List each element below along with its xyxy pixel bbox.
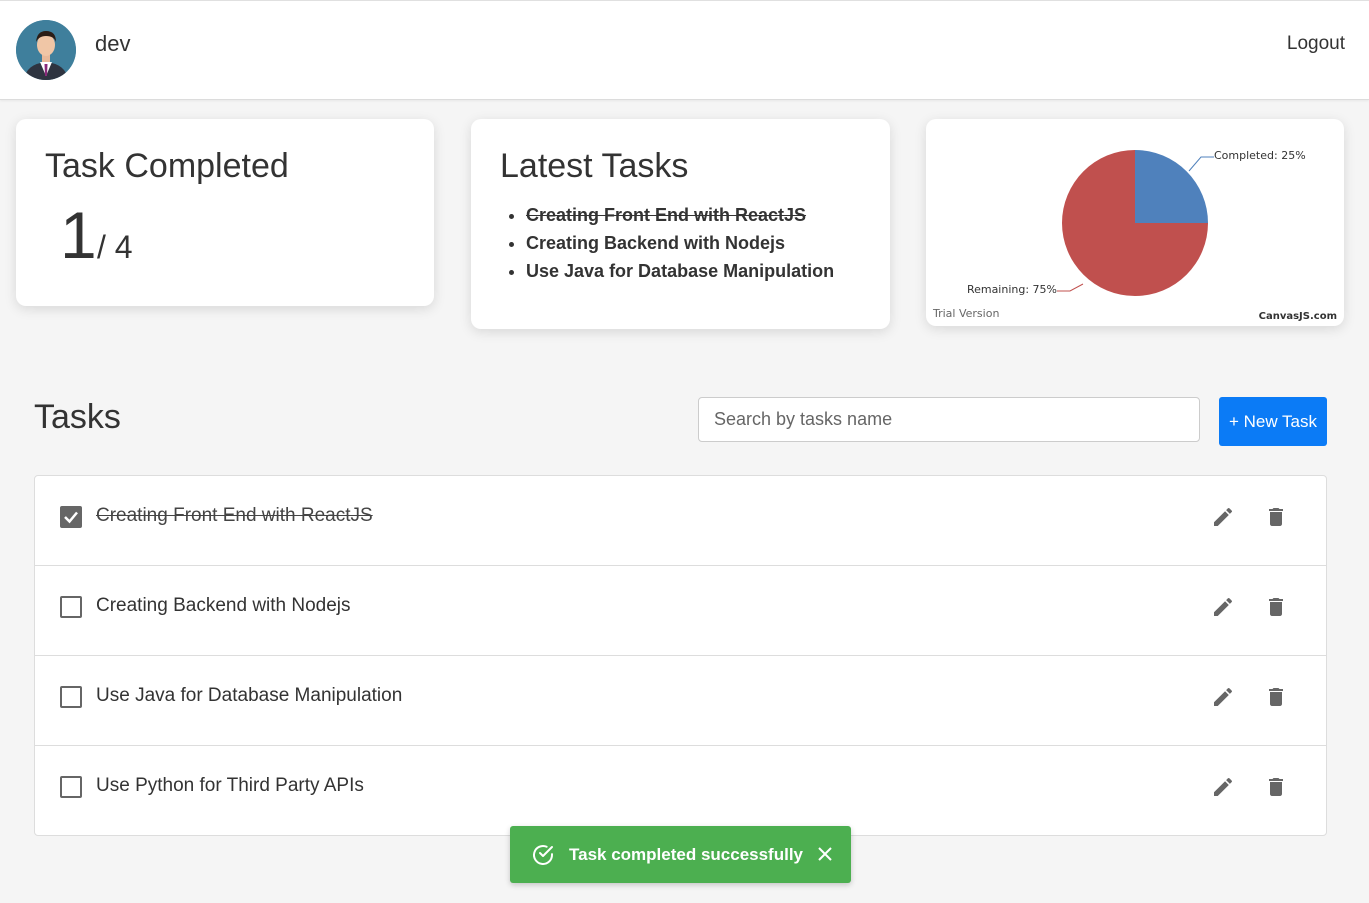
new-task-button[interactable]: + New Task — [1219, 397, 1327, 446]
latest-task-item: Use Java for Database Manipulation — [526, 257, 834, 285]
check-icon — [64, 511, 78, 524]
task-name: Use Java for Database Manipulation — [96, 685, 403, 706]
chart-watermark-canvasjs[interactable]: CanvasJS.com — [1259, 311, 1337, 322]
trash-icon — [1269, 508, 1283, 526]
progress-chart-card: Completed: 25% Remaining: 75% Trial Vers… — [926, 119, 1344, 326]
logout-link[interactable]: Logout — [1287, 33, 1345, 55]
username: dev — [95, 31, 131, 56]
task-name: Creating Front End with ReactJS — [96, 505, 373, 526]
latest-tasks-title: Latest Tasks — [500, 147, 689, 185]
trash-icon — [1269, 598, 1283, 616]
success-toast: Task completed successfully — [510, 826, 851, 883]
task-completed-card: Task Completed 1 / 4 — [16, 119, 434, 306]
delete-button[interactable] — [1264, 775, 1288, 799]
total-count: / 4 — [97, 229, 133, 265]
task-name: Use Python for Third Party APIs — [96, 775, 364, 796]
chart-watermark-trial: Trial Version — [932, 307, 999, 320]
pie-label-remaining: Remaining: 75% — [967, 283, 1057, 296]
latest-tasks-card: Latest Tasks Creating Front End with Rea… — [471, 119, 890, 329]
edit-button[interactable] — [1211, 685, 1235, 709]
latest-task-item: Creating Front End with ReactJS — [526, 201, 834, 229]
tasks-heading: Tasks — [34, 398, 121, 436]
task-name: Creating Backend with Nodejs — [96, 595, 351, 616]
task-row: Creating Backend with Nodejs — [35, 566, 1326, 656]
task-checkbox[interactable] — [60, 506, 82, 528]
check-circle-icon — [533, 845, 553, 865]
task-row: Use Python for Third Party APIs — [35, 746, 1326, 836]
remaining-leader-line — [1057, 283, 1084, 292]
delete-button[interactable] — [1264, 595, 1288, 619]
task-checkbox[interactable] — [60, 776, 82, 798]
edit-button[interactable] — [1211, 595, 1235, 619]
top-bar: dev Logout — [0, 0, 1369, 100]
task-checkbox[interactable] — [60, 686, 82, 708]
task-completed-title: Task Completed — [45, 147, 289, 185]
delete-button[interactable] — [1264, 505, 1288, 529]
pencil-icon — [1214, 687, 1233, 706]
toast-message: Task completed successfully — [569, 845, 804, 864]
pencil-icon — [1214, 507, 1233, 526]
pencil-icon — [1214, 597, 1233, 616]
task-checkbox[interactable] — [60, 596, 82, 618]
completed-leader-line — [1188, 156, 1214, 172]
pie-label-completed: Completed: 25% — [1214, 149, 1306, 162]
trash-icon — [1269, 688, 1283, 706]
avatar-icon — [16, 20, 76, 80]
latest-tasks-list: Creating Front End with ReactJS Creating… — [526, 201, 834, 285]
close-icon[interactable] — [816, 845, 834, 863]
task-row: Use Java for Database Manipulation — [35, 656, 1326, 746]
completed-count: 1 — [60, 198, 97, 272]
pie-chart: Completed: 25% Remaining: 75% Trial Vers… — [932, 149, 1337, 322]
user-avatar — [16, 20, 76, 80]
latest-task-item: Creating Backend with Nodejs — [526, 229, 834, 257]
trash-icon — [1269, 778, 1283, 796]
task-row: Creating Front End with ReactJS — [35, 476, 1326, 566]
task-list: Creating Front End with ReactJS Creating… — [34, 475, 1327, 836]
edit-button[interactable] — [1211, 505, 1235, 529]
pencil-icon — [1214, 777, 1233, 796]
search-input[interactable] — [698, 397, 1200, 442]
edit-button[interactable] — [1211, 775, 1235, 799]
delete-button[interactable] — [1264, 685, 1288, 709]
